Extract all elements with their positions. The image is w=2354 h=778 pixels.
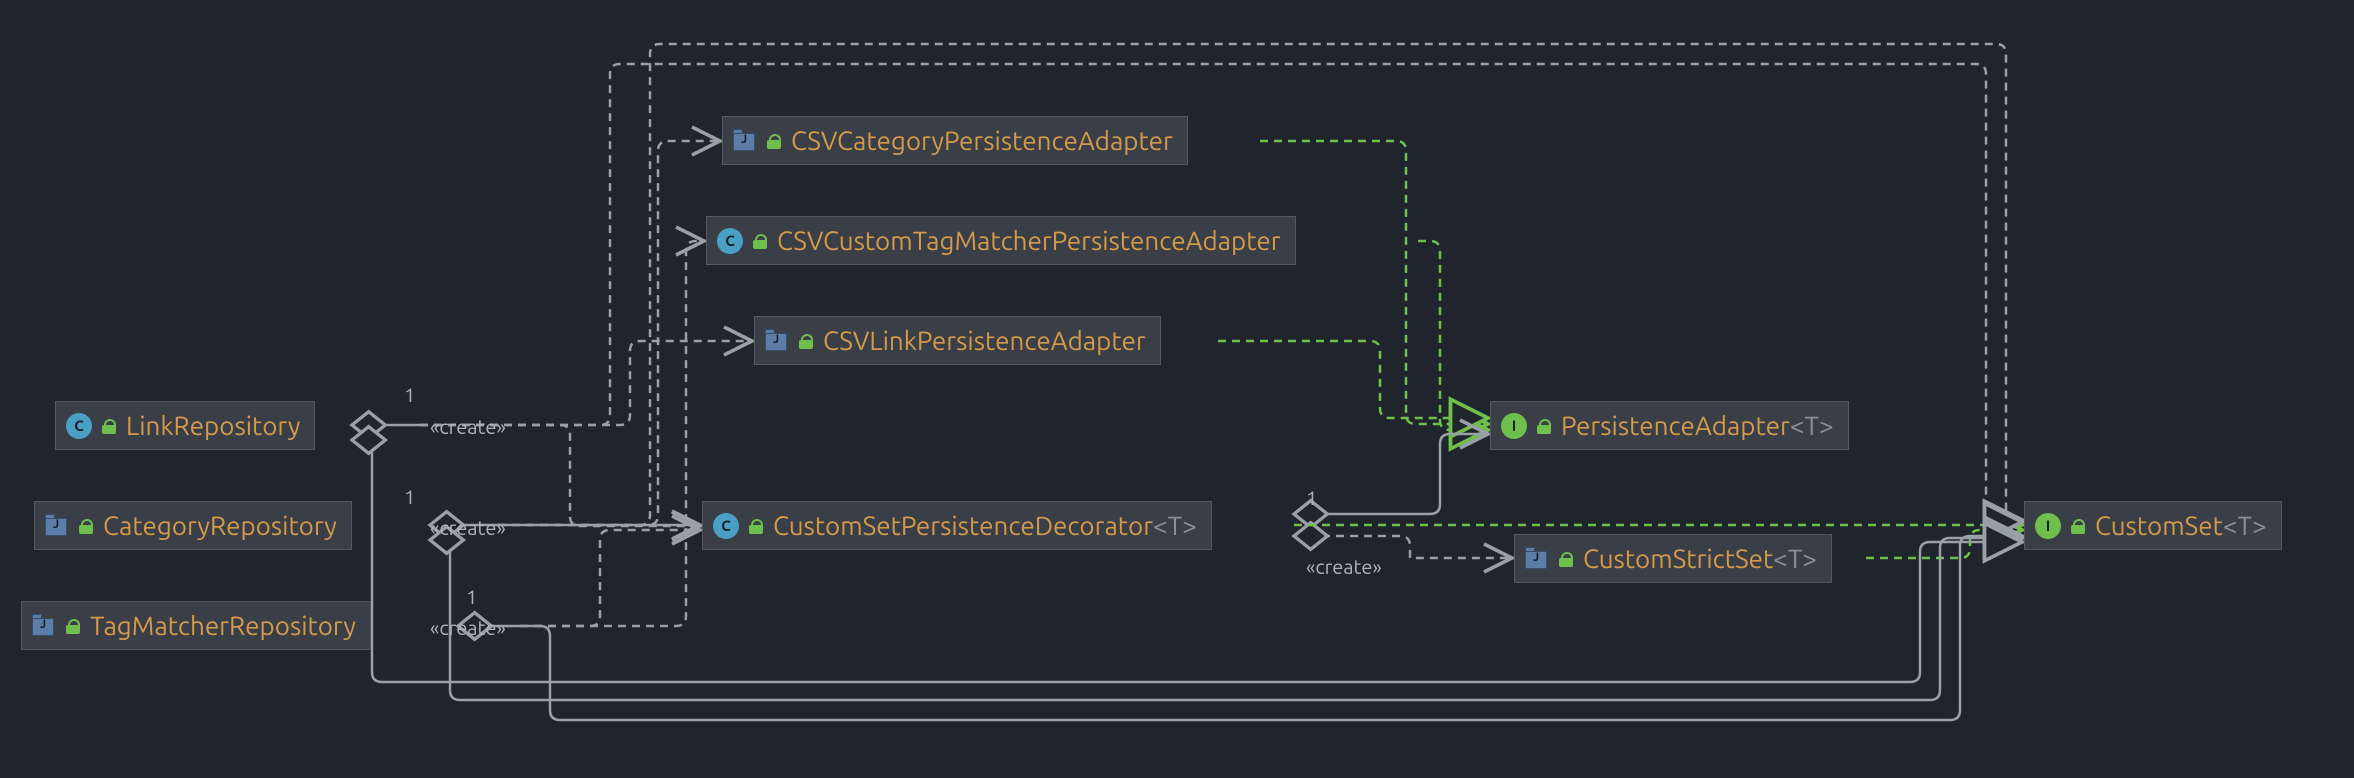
node-custom-set[interactable]: I CustomSet<T>	[2024, 501, 2282, 550]
node-csv-category-adapter[interactable]: J CSVCategoryPersistenceAdapter	[722, 116, 1188, 165]
stereotype-label: «create»	[430, 415, 506, 438]
node-label: PersistenceAdapter<T>	[1561, 410, 1834, 441]
node-category-repository[interactable]: J CategoryRepository	[34, 501, 352, 550]
lock-icon	[1559, 552, 1573, 566]
interface-icon: I	[1501, 413, 1527, 439]
multiplicity-label: 1	[404, 383, 415, 406]
lock-icon	[102, 419, 116, 433]
multiplicity-label: 1	[404, 485, 415, 508]
lock-icon	[2071, 519, 2085, 533]
java-file-icon: J	[32, 614, 56, 638]
java-file-icon: J	[733, 129, 757, 153]
java-file-icon: J	[765, 329, 789, 353]
node-csv-link-adapter[interactable]: J CSVLinkPersistenceAdapter	[754, 316, 1161, 365]
node-link-repository[interactable]: C LinkRepository	[55, 401, 315, 450]
lock-icon	[767, 134, 781, 148]
lock-icon	[753, 234, 767, 248]
node-label: CategoryRepository	[103, 510, 337, 541]
node-label: CustomStrictSet<T>	[1583, 543, 1817, 574]
node-label: CSVCustomTagMatcherPersistenceAdapter	[777, 225, 1281, 256]
node-label: CustomSetPersistenceDecorator<T>	[773, 510, 1197, 541]
stereotype-label: «create»	[430, 516, 506, 539]
stereotype-label: «create»	[1306, 555, 1382, 578]
java-file-icon: J	[45, 514, 69, 538]
multiplicity-label: 1	[1306, 486, 1317, 509]
node-customset-persistence-decorator[interactable]: C CustomSetPersistenceDecorator<T>	[702, 501, 1212, 550]
lock-icon	[79, 519, 93, 533]
node-csv-tagmatcher-adapter[interactable]: C CSVCustomTagMatcherPersistenceAdapter	[706, 216, 1296, 265]
node-tagmatcher-repository[interactable]: J TagMatcherRepository	[21, 601, 371, 650]
class-icon: C	[66, 413, 92, 439]
lock-icon	[799, 334, 813, 348]
node-label: CustomSet<T>	[2095, 510, 2267, 541]
lock-icon	[66, 619, 80, 633]
stereotype-label: «create»	[430, 616, 506, 639]
node-label: LinkRepository	[126, 410, 300, 441]
class-icon: C	[717, 228, 743, 254]
lock-icon	[749, 519, 763, 533]
uml-diagram-canvas[interactable]: { "nodes": { "linkRepo": { "label": "Lin…	[0, 0, 2354, 778]
lock-icon	[1537, 419, 1551, 433]
interface-icon: I	[2035, 513, 2061, 539]
node-label: TagMatcherRepository	[90, 610, 356, 641]
class-icon: C	[713, 513, 739, 539]
node-persistence-adapter[interactable]: I PersistenceAdapter<T>	[1490, 401, 1849, 450]
java-file-icon: J	[1525, 547, 1549, 571]
multiplicity-label: 1	[466, 585, 477, 608]
node-label: CSVLinkPersistenceAdapter	[823, 325, 1146, 356]
node-custom-strict-set[interactable]: J CustomStrictSet<T>	[1514, 534, 1832, 583]
node-label: CSVCategoryPersistenceAdapter	[791, 125, 1173, 156]
